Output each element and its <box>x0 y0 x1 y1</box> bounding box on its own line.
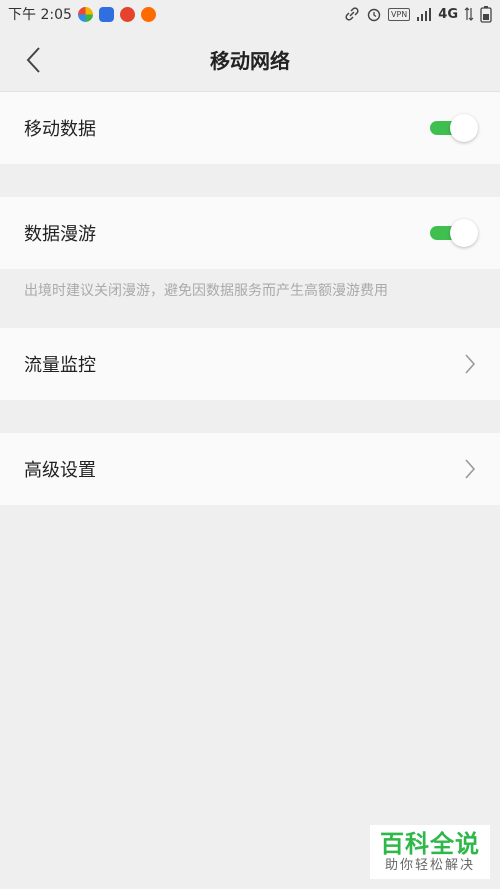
chevron-right-icon <box>462 353 478 375</box>
data-roaming-label: 数据漫游 <box>24 224 96 245</box>
chevron-right-icon <box>462 458 478 480</box>
roaming-hint: 出境时建议关闭漫游，避免因数据服务而产生高额漫游费用 <box>24 283 388 299</box>
watermark-title: 百科全说 <box>380 830 480 858</box>
status-time: 下午 2:05 <box>8 7 72 23</box>
toggle-knob <box>450 219 478 247</box>
traffic-monitor-row[interactable]: 流量监控 <box>0 328 500 400</box>
battery-icon <box>480 5 492 23</box>
status-bar: 下午 2:05 VPN 4G <box>0 0 500 28</box>
toggle-knob <box>450 114 478 142</box>
data-arrows-icon <box>464 7 474 21</box>
shield-app-icon <box>98 6 114 22</box>
app-notification-icon <box>77 6 93 22</box>
link-icon <box>344 6 360 22</box>
status-left: 下午 2:05 <box>8 4 156 24</box>
data-roaming-toggle[interactable] <box>430 219 478 247</box>
data-roaming-row[interactable]: 数据漫游 <box>0 197 500 269</box>
status-right: VPN 4G <box>344 5 492 23</box>
alarm-icon <box>366 6 382 22</box>
watermark-subtitle: 助你轻松解决 <box>384 858 475 873</box>
nav-bar: 移动网络 <box>0 28 500 92</box>
watermark-logo: 百科全说 助你轻松解决 <box>370 825 490 879</box>
signal-icon <box>416 7 432 21</box>
page-title: 移动网络 <box>210 49 290 73</box>
mobile-data-label: 移动数据 <box>24 119 96 140</box>
vpn-icon: VPN <box>388 7 411 21</box>
taobao-icon <box>140 6 156 22</box>
advanced-settings-label: 高级设置 <box>24 460 96 481</box>
traffic-monitor-label: 流量监控 <box>24 355 96 376</box>
mobile-data-row[interactable]: 移动数据 <box>0 92 500 164</box>
network-type: 4G <box>438 6 458 22</box>
back-button[interactable] <box>16 42 52 78</box>
advanced-settings-row[interactable]: 高级设置 <box>0 433 500 505</box>
chevron-left-icon <box>26 47 40 73</box>
mobile-data-toggle[interactable] <box>430 114 478 142</box>
weibo-icon <box>119 6 135 22</box>
